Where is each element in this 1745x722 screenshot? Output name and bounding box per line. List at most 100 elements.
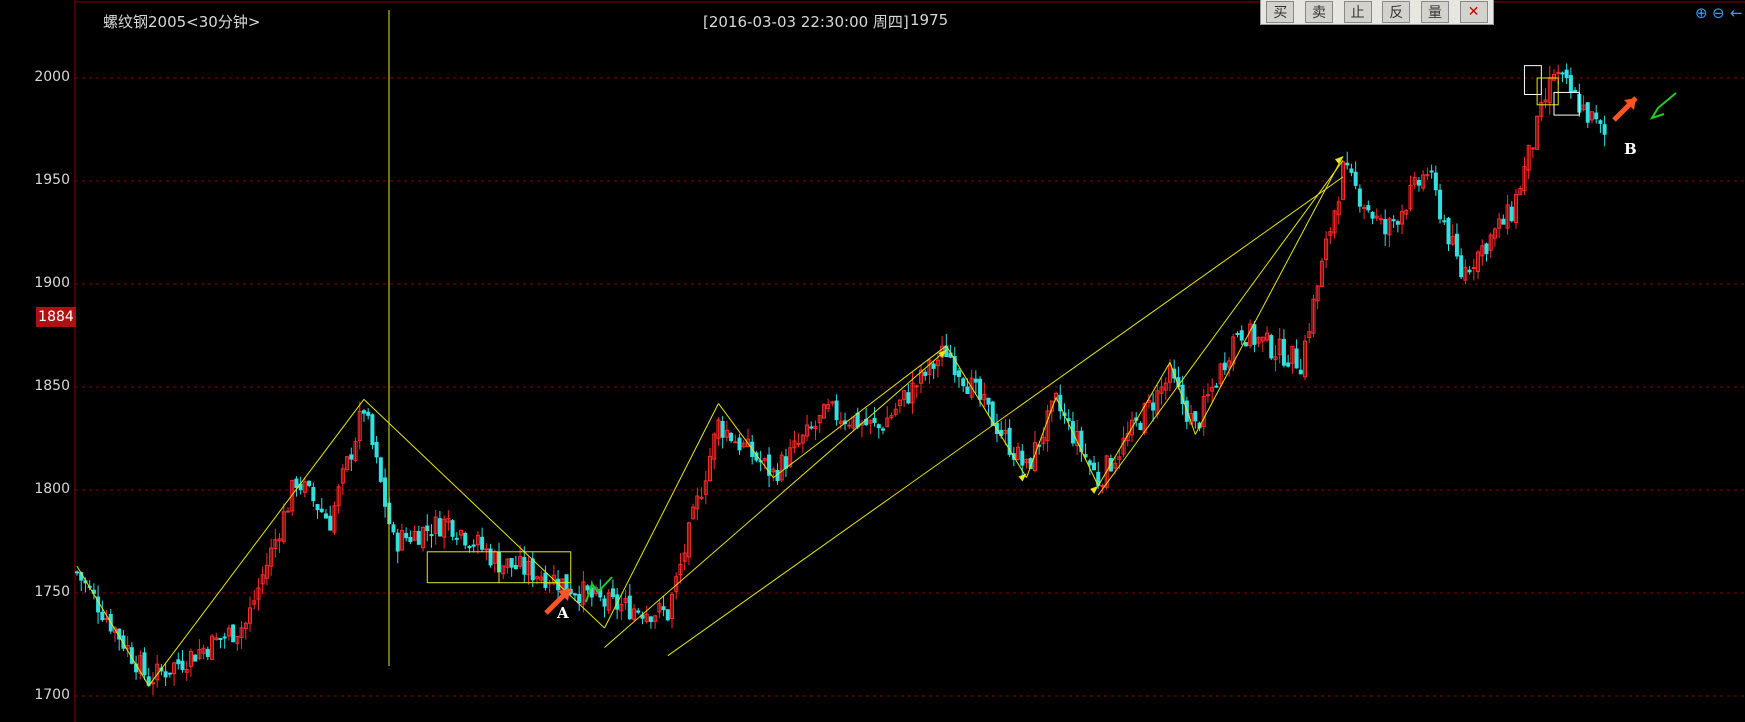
candle-body [796,442,801,445]
candle-body [1594,112,1599,120]
candle-body [366,411,371,416]
candle-body [661,606,666,611]
candle-body [737,437,742,451]
back-arrow-icon[interactable]: ← [1730,4,1743,22]
candle-body [783,456,788,469]
candle-body [627,595,632,620]
candle-body [100,611,105,621]
candle-body [847,424,852,427]
candle-body [986,397,991,405]
channel-line [667,176,1344,657]
candle-body [1252,324,1257,345]
channel-line [604,349,947,648]
sell-button[interactable]: 卖 [1304,1,1333,23]
candle-body [1357,188,1362,207]
candle-body [391,524,396,533]
candle-body [1298,369,1303,375]
reverse-button[interactable]: 反 [1382,1,1411,23]
candle-body [1281,338,1286,366]
candle-body [513,564,518,570]
candle-body [294,478,299,489]
candle-body [1366,205,1371,211]
candle-body [323,513,328,519]
candle-body [311,486,316,502]
zigzag-segment [1097,362,1171,487]
candle-body [572,593,577,596]
candle-body [914,385,919,388]
candle-body [383,477,388,507]
volume-button[interactable]: 量 [1420,1,1449,23]
candle-body [167,672,172,675]
zigzag-segment [604,403,719,629]
candle-body [522,557,527,575]
candle-body [965,386,970,394]
candle-body [855,412,860,428]
zigzag-segment [772,345,947,479]
annotation-a: A [557,604,569,622]
candle-body [1020,450,1025,466]
zigzag-segment [1055,397,1099,487]
candle-body [648,616,653,622]
candle-body [1429,170,1434,173]
candle-body [872,417,877,423]
candle-body [1602,124,1607,135]
y-tick-label: 1800 [34,481,70,497]
candle-body [307,480,312,486]
candle-body [973,378,978,383]
close-icon[interactable]: ✕ [1459,1,1488,23]
candle-body [530,558,535,581]
candle-body [720,420,725,438]
candle-body [1286,362,1291,367]
zigzag-segment [1026,397,1057,478]
y-tick-label: 1750 [34,584,70,600]
candle-body [1598,120,1603,124]
candle-body [349,454,354,460]
candle-body [193,654,198,662]
zigzag-segment [76,565,150,686]
candle-body [733,441,738,444]
candle-body [404,532,409,539]
candle-body [1349,168,1354,173]
candle-body [1138,422,1143,431]
y-tick-label: 1850 [34,378,70,394]
y-tick-label: 1900 [34,275,70,291]
y-tick-label: 2000 [34,69,70,85]
candle-body [1467,269,1472,273]
candle-body [1433,172,1438,191]
candle-body [1484,243,1489,255]
candle-body [222,636,227,639]
annotation-b: B [1624,140,1637,158]
range-box [426,551,500,584]
candle-body [218,637,223,640]
candle-body [1087,460,1092,466]
candle-body [378,457,383,482]
candle-body [1370,211,1375,219]
zigzag-segment [1194,156,1344,435]
buy-button[interactable]: 买 [1266,1,1295,23]
trade-toolbar: 买 卖 止 反 量 ✕ [1260,0,1494,25]
candle-body [370,414,375,445]
candle-body [1564,69,1569,79]
candle-body [1378,218,1383,221]
range-box [1523,65,1542,95]
candle-body [1239,330,1244,341]
candle-body [1391,219,1396,222]
zoom-out-icon[interactable]: ⊖ [1712,4,1725,22]
candle-body [636,610,641,613]
zoom-in-icon[interactable]: ⊕ [1695,4,1708,22]
stop-button[interactable]: 止 [1343,1,1372,23]
candle-body [830,401,835,404]
candle-body [729,432,734,442]
candle-body [471,544,476,547]
candle-body [408,536,413,543]
candle-body [463,532,468,546]
candle-body [286,510,290,513]
candle-body [1395,221,1400,225]
candle-body [104,618,109,621]
candle-body [1416,179,1421,186]
candle-body [1560,72,1565,75]
candle-body [543,572,548,589]
zigzag-segment [148,399,365,687]
candle-body [1151,402,1156,411]
candle-body [1345,162,1350,166]
